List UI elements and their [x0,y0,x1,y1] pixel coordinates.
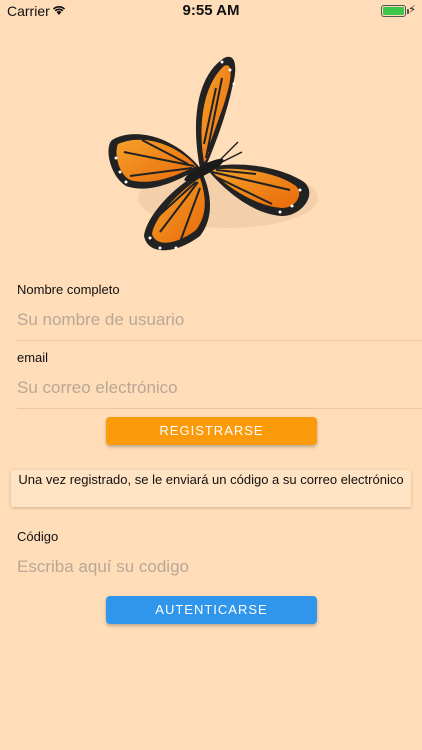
email-underline [17,408,422,409]
code-input[interactable] [17,552,422,582]
name-label: Nombre completo [17,282,120,297]
monarch-butterfly-icon [108,56,318,251]
app-screen: Carrier 9:55 AM ⚡ Nombre completo Su nom… [0,0,422,750]
email-label: email [17,350,49,365]
authenticate-button[interactable]: AUTENTICARSE [106,596,317,624]
code-label: Código [17,529,59,544]
info-message: Una vez registrado, se le enviará un cód… [11,470,411,507]
clock: 9:55 AM [182,2,240,19]
battery-fill [383,7,404,15]
email-input[interactable] [17,373,422,403]
name-underline [17,340,422,341]
name-input[interactable] [17,305,422,335]
battery-icon [381,5,409,17]
lightning-bolt-icon: ⚡ [408,4,416,16]
status-bar: Carrier 9:55 AM ⚡ [0,0,422,22]
register-button[interactable]: REGISTRARSE [106,417,317,445]
